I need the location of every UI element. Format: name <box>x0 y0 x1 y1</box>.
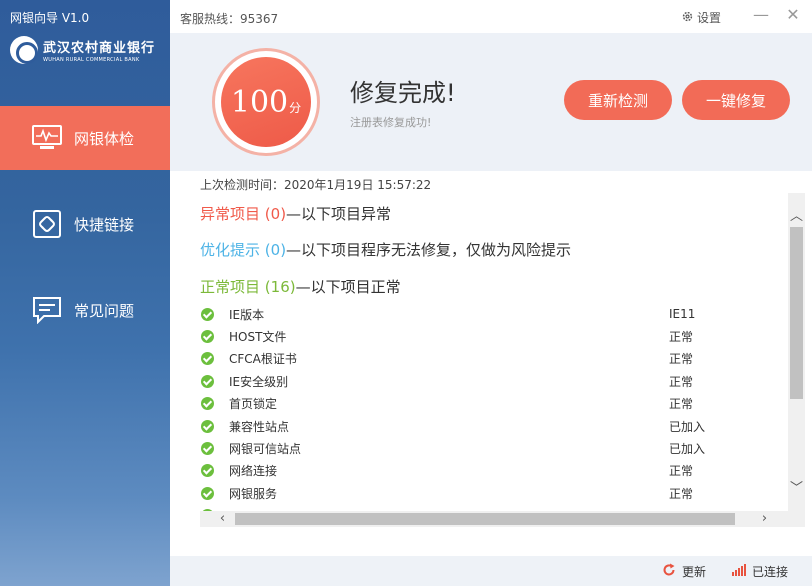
item-value: 已加入 <box>669 442 706 457</box>
item-value: 正常 <box>669 486 694 501</box>
item-value: 正常 <box>669 330 694 345</box>
vertical-scrollbar[interactable]: ︿ ﹀ <box>788 193 805 527</box>
check-icon <box>201 374 214 388</box>
minimize-button[interactable]: — <box>750 4 772 26</box>
section-abnormal: 异常项目 (0)—以下项目异常 <box>200 203 391 224</box>
section-optimize: 优化提示 (0)—以下项目程序无法修复，仅做为风险提示 <box>200 239 571 260</box>
list-item: HOST文件 正常 <box>198 325 788 347</box>
update-label: 更新 <box>682 565 707 579</box>
section-abnormal-label: 异常项目 <box>200 205 261 223</box>
item-name: 兼容性站点 <box>229 419 290 434</box>
gear-icon <box>682 11 693 25</box>
sidebar-item-label: 快捷链接 <box>74 215 135 234</box>
check-icon <box>201 464 214 478</box>
section-normal-label: 正常项目 <box>200 278 261 296</box>
check-icon <box>201 330 214 344</box>
list-item: 兼容性站点 已加入 <box>198 415 788 437</box>
hotline-text: 客服热线：95367 <box>180 12 279 26</box>
connected-label: 已连接 <box>752 565 789 579</box>
link-icon <box>32 209 62 239</box>
item-value: 正常 <box>669 464 694 479</box>
onekey-repair-button[interactable]: 一键修复 <box>682 80 790 120</box>
bank-logo-icon <box>10 36 38 64</box>
item-value: IE11 <box>669 307 696 322</box>
bank-name-cn: 武汉农村商业银行 <box>43 41 156 56</box>
app-title: 网银向导 V1.0 <box>10 11 90 25</box>
scroll-right-icon[interactable]: › <box>756 511 773 526</box>
chat-bubble-icon <box>32 295 62 325</box>
scroll-left-icon[interactable]: ‹ <box>214 511 231 526</box>
status-panel: 100 分 修复完成! 注册表修复成功! 重新检测 一键修复 <box>170 33 812 171</box>
check-icon <box>201 486 214 500</box>
list-item: 网银服务 正常 <box>198 482 788 504</box>
scroll-up-icon[interactable]: ︿ <box>788 205 805 224</box>
score-unit: 分 <box>289 100 302 115</box>
list-item: 网络连接 正常 <box>198 460 788 482</box>
item-name: CFCA根证书 <box>229 352 297 367</box>
status-subtitle: 注册表修复成功! <box>350 116 432 129</box>
item-name: 网银服务 <box>229 486 278 501</box>
item-value: 已加入 <box>669 419 706 434</box>
sidebar-item-faq[interactable]: 常见问题 <box>0 278 170 342</box>
section-normal-count: (16) <box>264 278 296 296</box>
status-bar: 更新 已连接 <box>170 556 812 586</box>
section-normal: 正常项目 (16)—以下项目正常 <box>200 276 401 297</box>
vertical-scroll-thumb[interactable] <box>790 227 803 399</box>
section-optimize-count: (0) <box>264 241 287 259</box>
close-button[interactable]: ✕ <box>782 4 804 26</box>
list-item: IE安全级别 正常 <box>198 370 788 392</box>
sidebar-item-quicklinks[interactable]: 快捷链接 <box>0 192 170 256</box>
check-icon <box>201 397 214 411</box>
bank-logo: 武汉农村商业银行 WUHAN RURAL COMMERCIAL BANK <box>10 36 155 64</box>
item-name: 首页锁定 <box>229 397 278 412</box>
sidebar: 网银向导 V1.0 武汉农村商业银行 WUHAN RURAL COMMERCIA… <box>0 0 170 586</box>
check-icon <box>201 352 214 366</box>
last-check-time: 上次检测时间：2020年1月19日 15:57:22 <box>200 178 432 192</box>
check-icon <box>201 419 214 433</box>
list-item: 网银可信站点 已加入 <box>198 437 788 459</box>
scroll-down-icon[interactable]: ﹀ <box>788 477 805 496</box>
list-item: IE版本 IE11 <box>198 303 788 325</box>
item-value: 正常 <box>669 374 694 389</box>
list-item: 首页锁定 正常 <box>198 393 788 415</box>
item-value: 正常 <box>669 352 694 367</box>
section-abnormal-count: (0) <box>264 205 287 223</box>
list-item: CFCA根证书 正常 <box>198 348 788 370</box>
horizontal-scrollbar[interactable]: ‹ › <box>200 511 788 527</box>
connection-status: 已连接 <box>732 563 788 580</box>
sidebar-item-checkup[interactable]: 网银体检 <box>0 106 170 170</box>
check-icon <box>201 442 214 456</box>
horizontal-scroll-thumb[interactable] <box>235 513 735 525</box>
signal-icon <box>732 564 746 579</box>
monitor-pulse-icon <box>32 123 62 153</box>
item-value: 正常 <box>669 397 694 412</box>
item-name: IE版本 <box>229 307 265 322</box>
sidebar-item-label: 常见问题 <box>74 301 135 320</box>
score-ring: 100 分 <box>212 48 320 156</box>
section-normal-desc: —以下项目正常 <box>295 278 401 296</box>
check-item-list[interactable]: IE版本 IE11 HOST文件 正常 CFCA根证书 正常 IE安全级别 正常 首页锁… <box>198 303 788 511</box>
item-name: HOST文件 <box>229 330 287 345</box>
settings-button[interactable]: 设置 <box>682 9 721 26</box>
item-name: IE安全级别 <box>229 374 289 389</box>
settings-label: 设置 <box>697 11 722 25</box>
score-value: 100 <box>230 84 289 120</box>
sidebar-item-label: 网银体检 <box>74 129 135 148</box>
title-bar: 客服热线：95367 设置 — ✕ <box>170 0 812 33</box>
status-title: 修复完成! <box>350 79 456 107</box>
update-button[interactable]: 更新 <box>662 563 706 580</box>
recheck-button[interactable]: 重新检测 <box>564 80 672 120</box>
item-name: 网络连接 <box>229 464 278 479</box>
refresh-icon <box>662 563 676 580</box>
section-optimize-desc: —以下项目程序无法修复，仅做为风险提示 <box>286 241 572 259</box>
check-icon <box>201 307 214 321</box>
item-name: 网银可信站点 <box>229 442 302 457</box>
section-abnormal-desc: —以下项目异常 <box>286 205 392 223</box>
bank-name-en: WUHAN RURAL COMMERCIAL BANK <box>43 57 140 63</box>
section-optimize-label: 优化提示 <box>200 241 261 259</box>
